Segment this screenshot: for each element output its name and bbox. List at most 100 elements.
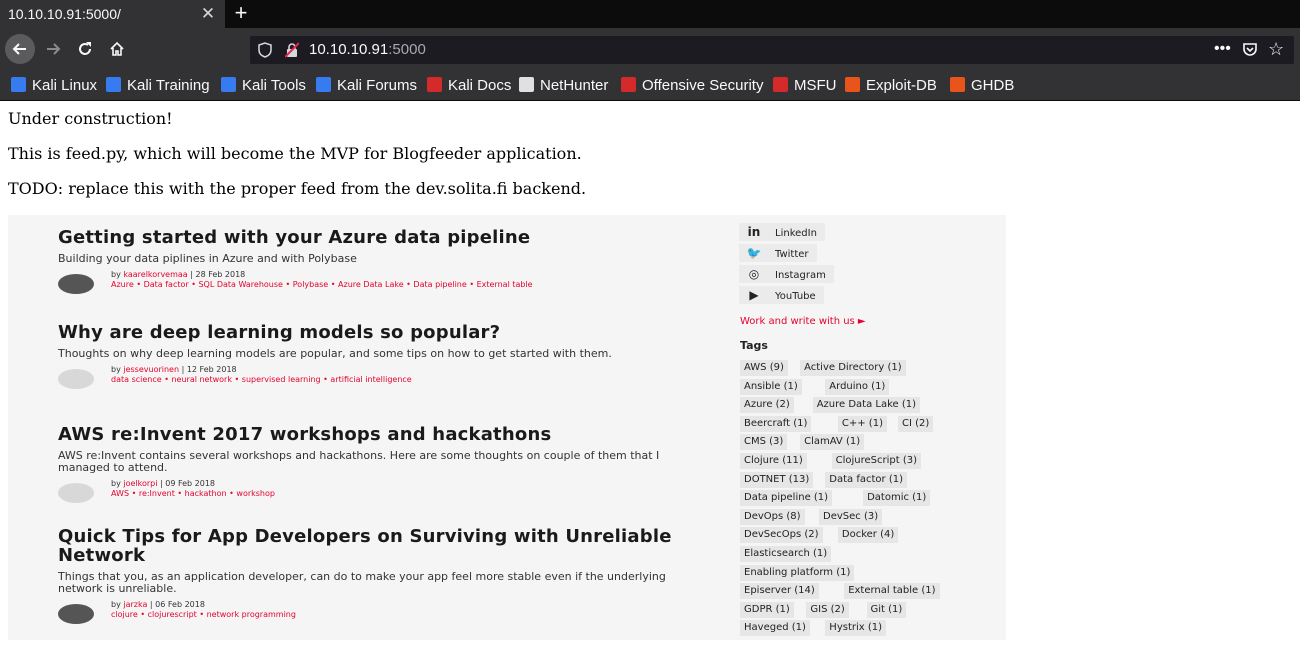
tag-chip: Active Directory (1) <box>800 360 906 376</box>
bookmark-label: Kali Tools <box>242 77 306 94</box>
bookmark-item[interactable]: Kali Docs <box>427 70 511 101</box>
url-port: :5000 <box>388 41 426 58</box>
post-title: Why are deep learning models so popular? <box>58 322 501 343</box>
post-date: 28 Feb 2018 <box>195 270 246 279</box>
bookmark-item[interactable]: GHDB <box>950 70 1014 101</box>
insecure-lock-icon[interactable] <box>285 42 299 58</box>
bookmark-item[interactable]: Kali Tools <box>221 70 306 101</box>
url-text[interactable]: 10.10.10.91:5000 <box>309 36 426 64</box>
kali-dragon-icon <box>106 77 121 92</box>
tag-chip: External table (1) <box>844 583 940 600</box>
tag-chip: Hystrix (1) <box>825 620 887 637</box>
tag-chip: Azure (2) <box>740 397 794 414</box>
pocket-icon[interactable] <box>1242 42 1258 57</box>
post-meta: by jessevuorinen | 12 Feb 2018 data scien… <box>58 365 708 397</box>
shield-icon[interactable] <box>258 42 272 58</box>
social-label: YouTube <box>775 291 816 302</box>
author-avatar <box>58 274 94 294</box>
work-with-us-link: Work and write with us ► <box>740 316 866 327</box>
bookmark-label: Kali Forums <box>337 77 418 94</box>
tag-chip: ClojureScript (3) <box>831 453 921 469</box>
bookmark-label: Kali Training <box>127 77 210 94</box>
post-tags: clojure • clojurescript • network progra… <box>111 610 296 619</box>
post-byline: by joelkorpi | 09 Feb 2018 <box>111 479 216 488</box>
bookmark-item[interactable]: Kali Linux <box>11 70 97 101</box>
social-link: ◎ Instagram <box>739 265 834 283</box>
bookmark-item[interactable]: MSFU <box>773 70 837 101</box>
post-date: 09 Feb 2018 <box>165 479 216 488</box>
tag-chip: Docker (4) <box>837 527 899 544</box>
page-actions-icon[interactable]: ••• <box>1214 36 1231 62</box>
instagram-icon: ◎ <box>748 267 760 281</box>
bookmark-label: Exploit-DB <box>866 77 937 94</box>
arrow-right-icon <box>47 43 61 55</box>
post-byline: by jarzka | 06 Feb 2018 <box>111 600 205 609</box>
post-tags: Azure • Data factor • SQL Data Warehouse… <box>111 280 533 289</box>
by-label: by <box>111 479 121 488</box>
page-content: Under construction! This is feed.py, whi… <box>0 102 1300 659</box>
back-button[interactable] <box>5 34 35 64</box>
under-construction-text: Under construction! <box>8 109 173 128</box>
post-subtitle: Thoughts on why deep learning models are… <box>58 347 612 360</box>
home-icon <box>110 41 124 56</box>
social-link: 🐦 Twitter <box>739 244 817 262</box>
arrow-left-icon <box>12 43 26 55</box>
tag-chip: Datomic (1) <box>863 490 931 507</box>
bookmark-item[interactable]: Kali Forums <box>316 70 417 101</box>
by-label: by <box>111 270 121 279</box>
new-tab-button[interactable]: + <box>230 2 252 25</box>
bookmark-item[interactable]: Offensive Security <box>621 70 763 101</box>
bookmark-label: NetHunter <box>540 77 609 94</box>
tab-title: 10.10.10.91:5000/ <box>8 6 121 22</box>
bookmark-label: Kali Linux <box>32 77 98 94</box>
post-meta: by joelkorpi | 09 Feb 2018 AWS • re:Inven… <box>58 479 708 511</box>
tag-chip: DevOps (8) <box>740 508 805 525</box>
tag-chip: Git (1) <box>866 601 907 618</box>
post-meta: by jarzka | 06 Feb 2018 clojure • clojure… <box>58 600 708 632</box>
kali-dragon-icon <box>221 77 236 92</box>
feed-description-text: This is feed.py, which will become the M… <box>8 144 582 163</box>
todo-text: TODO: replace this with the proper feed … <box>8 179 587 198</box>
post-date: 12 Feb 2018 <box>186 365 237 374</box>
author-avatar <box>58 604 94 624</box>
blog-post: Why are deep learning models so popular?… <box>58 323 708 397</box>
reload-button[interactable] <box>70 34 100 64</box>
exploitdb-icon <box>845 77 860 92</box>
tag-chip: Episerver (14) <box>740 583 819 600</box>
tab-active[interactable]: 10.10.10.91:5000/ ✕ <box>0 0 225 28</box>
blog-screenshot-image: Getting started with your Azure data pip… <box>8 215 1006 640</box>
bookmark-label: Kali Docs <box>448 77 512 94</box>
forward-button[interactable] <box>38 34 68 64</box>
by-label: by <box>111 600 121 609</box>
tag-chip: C++ (1) <box>837 415 887 432</box>
url-bar[interactable]: 10.10.10.91:5000 ••• ☆ <box>250 36 1294 64</box>
post-byline: by jessevuorinen | 12 Feb 2018 <box>111 365 237 374</box>
bookmark-star-icon[interactable]: ☆ <box>1268 39 1284 59</box>
bookmark-item[interactable]: Kali Training <box>106 70 210 101</box>
bookmark-item[interactable]: Exploit-DB <box>845 70 937 101</box>
close-tab-icon[interactable]: ✕ <box>199 5 217 23</box>
kali-docs-icon <box>427 77 442 92</box>
bookmark-item[interactable]: NetHunter <box>519 70 608 101</box>
post-author: kaarelkorvemaa <box>123 270 188 279</box>
home-button[interactable] <box>102 34 132 64</box>
tag-chip: AWS (9) <box>740 360 788 376</box>
tag-chip: Arduino (1) <box>825 378 890 395</box>
tag-chip: Haveged (1) <box>740 620 810 637</box>
tag-chip: Ansible (1) <box>740 378 802 395</box>
tag-chip: Data factor (1) <box>825 471 907 488</box>
bookmark-label: MSFU <box>794 77 837 94</box>
tag-chip: DOTNET (13) <box>740 471 814 488</box>
post-tags: AWS • re:Invent • hackathon • workshop <box>111 489 275 498</box>
social-label: Twitter <box>775 249 809 260</box>
offsec-icon <box>621 77 636 92</box>
post-meta: by kaarelkorvemaa | 28 Feb 2018 Azure • D… <box>58 270 708 302</box>
linkedin-icon: in <box>747 225 761 239</box>
bookmark-label: GHDB <box>971 77 1015 94</box>
tag-chip: Azure Data Lake (1) <box>812 397 921 414</box>
tag-chip: GDPR (1) <box>740 601 794 618</box>
post-author: jarzka <box>123 600 148 609</box>
tag-chip: Data pipeline (1) <box>740 490 833 507</box>
social-label: Instagram <box>775 270 826 281</box>
tag-chip: ClamAV (1) <box>800 434 865 451</box>
